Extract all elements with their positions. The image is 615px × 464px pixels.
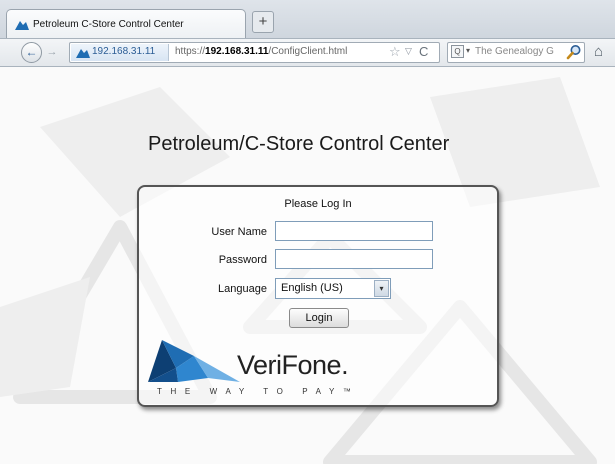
username-label: User Name: [211, 226, 267, 238]
new-tab-button[interactable]: +: [252, 11, 274, 33]
language-select[interactable]: English (US) ▾: [275, 278, 391, 299]
navigation-toolbar: ← → 192.168.31.11 https://192.168.31.11/…: [0, 39, 615, 67]
search-engine-dropdown-icon[interactable]: ▾: [466, 46, 470, 55]
verifone-logo-icon: [148, 340, 240, 382]
url-host: 192.168.31.11: [205, 46, 269, 57]
site-favicon-icon: [76, 49, 90, 58]
reload-icon[interactable]: C: [419, 44, 428, 59]
back-button[interactable]: ←: [21, 42, 42, 63]
tab-title: Petroleum C-Store Control Center: [33, 19, 184, 30]
logo-wordmark-text: VeriFone: [237, 350, 342, 380]
url-text[interactable]: https://192.168.31.11/ConfigClient.html: [175, 46, 347, 57]
address-bar[interactable]: 192.168.31.11 https://192.168.31.11/Conf…: [69, 42, 440, 63]
language-selected-value: English (US): [281, 282, 343, 294]
logo-wordmark: VeriFone.: [237, 350, 349, 381]
identity-host: 192.168.31.11: [92, 46, 156, 57]
username-field[interactable]: [275, 221, 433, 241]
logo-wordmark-dot: .: [341, 350, 349, 380]
chevron-down-icon[interactable]: ▾: [374, 280, 389, 297]
language-label: Language: [218, 283, 267, 295]
search-input[interactable]: The Genealogy G: [475, 46, 565, 57]
login-panel: Please Log In User Name Password Languag…: [137, 185, 499, 407]
logo-tagline: THE WAY TO PAY™: [157, 387, 360, 396]
site-identity-button[interactable]: 192.168.31.11: [71, 44, 169, 61]
site-favicon-icon: [15, 21, 29, 30]
forward-button[interactable]: →: [44, 45, 60, 61]
search-bar[interactable]: Q ▾ The Genealogy G: [447, 42, 585, 63]
password-label: Password: [218, 254, 267, 266]
url-history-dropdown-icon[interactable]: ▽: [405, 46, 412, 57]
password-field[interactable]: [275, 249, 433, 269]
url-path: /ConfigClient.html: [268, 46, 348, 57]
url-prefix: https://: [175, 46, 206, 57]
login-button[interactable]: Login: [289, 308, 349, 328]
page-content: Petroleum/C-Store Control Center Please …: [0, 67, 615, 464]
search-engine-icon[interactable]: Q: [451, 45, 464, 58]
bookmark-star-icon[interactable]: ☆: [389, 44, 401, 60]
browser-tab[interactable]: Petroleum C-Store Control Center: [6, 9, 246, 38]
page-title: Petroleum/C-Store Control Center: [148, 133, 450, 155]
browser-tabstrip: Petroleum C-Store Control Center +: [0, 0, 615, 39]
home-icon[interactable]: ⌂: [594, 43, 603, 60]
search-magnifier-icon[interactable]: [566, 44, 582, 60]
login-heading: Please Log In: [284, 198, 352, 210]
